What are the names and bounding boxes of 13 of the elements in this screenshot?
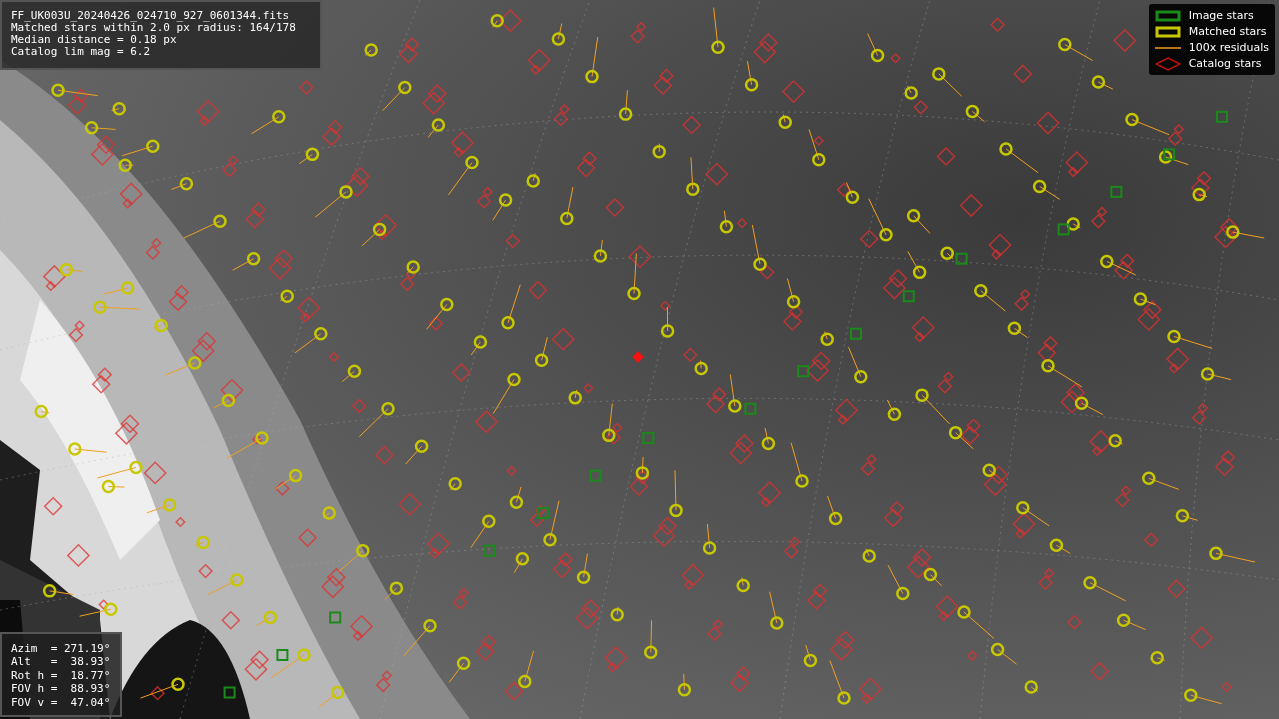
legend-label: Catalog stars [1188,57,1262,70]
info-line: Matched stars within 2.0 px radius: 164/178 [11,22,296,34]
info-line: Catalog lim mag = 6.2 [11,46,152,58]
info-line: FF_UK003U_20240426_024710_927_0601344.fits [11,10,291,22]
pointing-line: Azim = 271.19° [11,641,111,655]
legend-label: 100x residuals [1188,41,1269,54]
info-line: Median distance = 0.18 px [11,34,178,46]
legend-label: Matched stars [1188,25,1267,38]
pointing-line: Alt = 38.93° [11,655,111,669]
pointing-line: FOV h = 88.93° [11,682,111,696]
pointing-line: Rot h = 18.77° [11,668,111,682]
legend-label: Image stars [1188,9,1254,22]
pointing-line: FOV v = 47.04° [11,695,111,709]
